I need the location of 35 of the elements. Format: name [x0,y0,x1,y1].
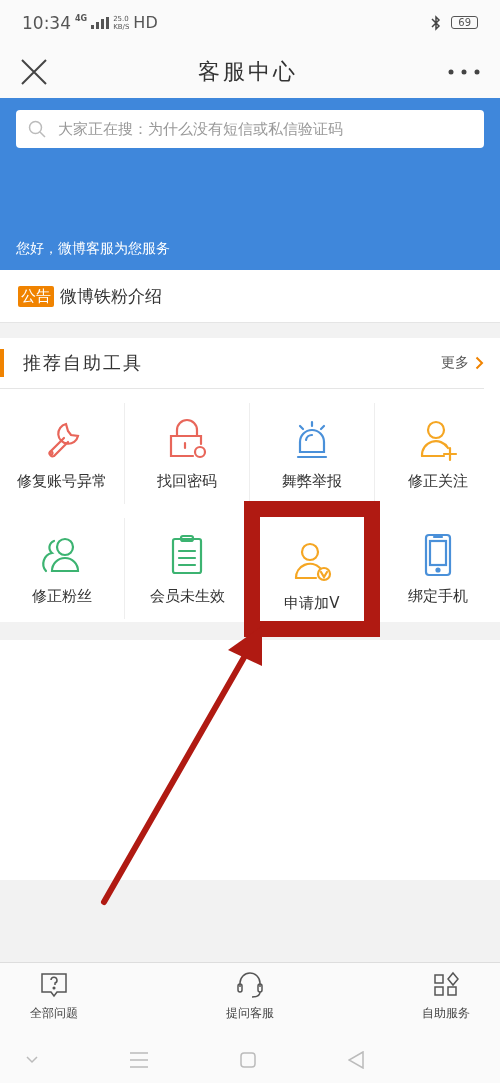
bluetooth-icon [431,14,442,31]
tool-item[interactable]: 申请加V [258,514,366,623]
tool-item[interactable]: 找回密码 [149,410,225,497]
close-button[interactable] [20,57,48,86]
grid-icon [431,971,461,999]
tool-item[interactable]: 绑定手机 [399,525,476,612]
notice-link[interactable]: 微博铁粉介绍 [60,284,162,308]
battery-level: 69 [451,16,478,29]
search-field[interactable]: 大家正在搜：为什么没有短信或私信验证码 [16,110,484,148]
chevron-down-icon[interactable] [26,1056,38,1064]
chevron-right-icon [475,356,484,370]
network-label: 4G [75,14,88,23]
more-menu-button[interactable] [448,68,480,75]
more-link[interactable]: 更多 [441,354,469,372]
signal-icon [91,16,110,29]
tool-item[interactable]: 舞弊举报 [274,410,350,497]
search-icon [28,120,46,138]
status-time: 10:34 [22,12,71,33]
bottom-tab[interactable]: 全部问题 [30,963,78,1035]
tool-item[interactable]: 修正粉丝 [24,525,100,612]
headset-icon [235,971,265,999]
page-title: 客服中心 [198,57,298,86]
notice-tag: 公告 [18,285,54,307]
greeting-text: 您好，微博客服为您服务 [16,240,171,258]
bottom-tab[interactable]: 提问客服 [226,963,274,1035]
bottom-tab[interactable]: 自助服务 [422,963,470,1035]
home-icon[interactable] [240,1052,256,1068]
section-title: 推荐自助工具 [23,351,143,375]
tool-item[interactable]: 会员未生效 [141,525,233,612]
question-icon [39,971,69,999]
back-icon[interactable] [348,1051,364,1069]
tool-item[interactable]: 修正关注 [399,410,476,497]
tool-item[interactable]: 修复账号异常 [9,410,115,497]
menu-icon[interactable] [130,1052,148,1068]
hd-label: HD [133,13,158,32]
